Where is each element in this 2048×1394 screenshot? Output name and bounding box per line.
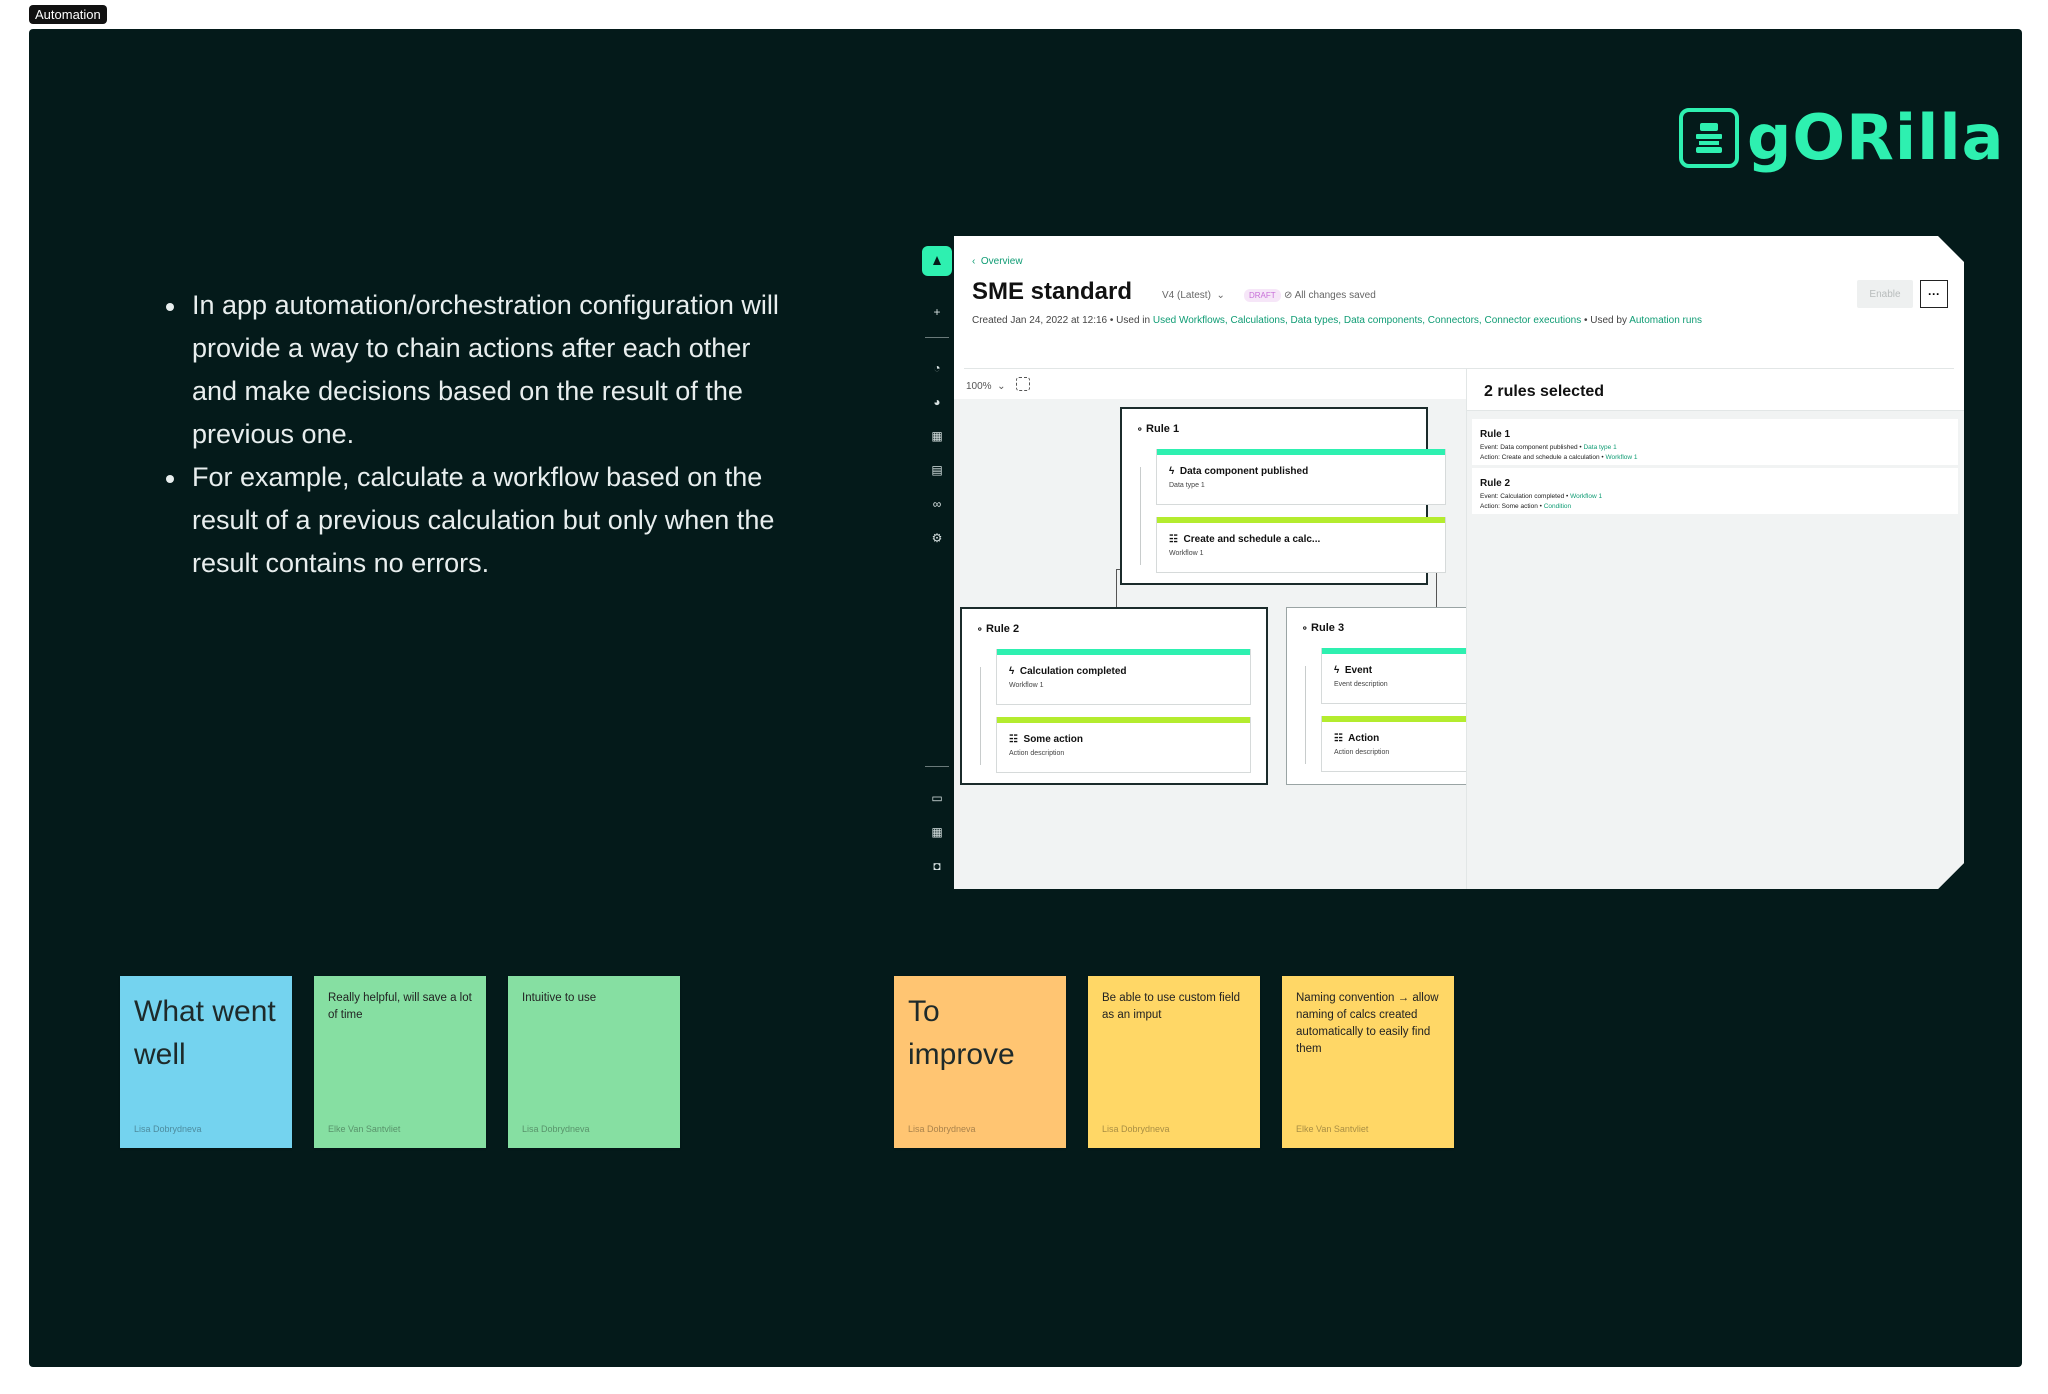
action-bar [1157,517,1445,523]
sticky-author: Lisa Dobrydneva [134,1124,202,1134]
fit-to-screen-icon[interactable] [1016,377,1030,391]
rule-spine [980,667,981,765]
version-select[interactable]: V4 (Latest) ⌄ [1162,290,1225,301]
event-title: ϟ Event [1334,665,1373,676]
rule-title: Rule 3 [1301,622,1344,634]
sticky-author: Lisa Dobrydneva [522,1124,590,1134]
sticky-author: Elke Van Santvliet [328,1124,401,1134]
rule-spine [1140,467,1141,565]
action-title: ☷ Action [1334,733,1380,744]
sticky-text: To improve [908,995,1015,1071]
rail-divider [925,337,949,338]
save-status: ⊘ All changes saved [1284,290,1376,301]
frame-label[interactable]: Automation [29,5,107,24]
app-logo-icon[interactable] [922,246,952,276]
action-sub: Action description [1009,750,1065,757]
action-title: ☷ Create and schedule a calc... [1169,534,1321,545]
document-icon[interactable]: ▤ [930,463,944,477]
event-bar [1157,449,1445,455]
automation-runs-link[interactable]: Automation runs [1629,315,1702,326]
more-options-button[interactable]: ··· [1920,280,1948,308]
connector-line [1436,569,1437,607]
action-sub: Workflow 1 [1169,550,1204,557]
selected-rule-action: Action: Some action • Condition [1480,503,1572,510]
event-title: ϟ Calculation completed [1009,666,1127,677]
action-card[interactable]: ☷ Some action Action description [996,717,1251,773]
connector-line [1116,569,1117,607]
event-sub: Event description [1334,681,1388,688]
apps-grid-icon[interactable]: ▦ [930,825,944,839]
description-bullets: In app automation/orchestration configur… [164,284,784,585]
selected-rule-event: Event: Data component published • Data t… [1480,444,1617,451]
event-title: ϟ Data component published [1169,466,1309,477]
bullet-item: In app automation/orchestration configur… [164,284,784,456]
event-sub: Workflow 1 [1009,682,1044,689]
canvas-toolbar [954,369,1466,399]
board-frame: gORilla In app automation/orchestration … [29,29,2022,1367]
side-rail: + ◔ ◕ ▦ ▤ ∞ ⚙ ▭ ▦ ◘ [922,236,954,889]
rule-node-2[interactable]: Rule 2 ϟ Calculation completed Workflow … [960,607,1268,785]
app-screenshot: + ◔ ◕ ▦ ▤ ∞ ⚙ ▭ ▦ ◘ ‹ Overview SME stand… [922,236,1964,889]
event-sub: Data type 1 [1169,482,1205,489]
sticky-note[interactable]: Naming convention → allow naming of calc… [1282,976,1454,1148]
selected-rule-item[interactable]: Rule 1 Event: Data component published •… [1472,419,1958,465]
rail-divider [925,766,949,767]
selection-side-panel: 2 rules selected Rule 1 Event: Data comp… [1466,369,1964,889]
selected-rule-name: Rule 1 [1480,429,1511,440]
sticky-note[interactable]: Really helpful, will save a lot of time … [314,976,486,1148]
rule-node-3[interactable]: Rule 3 ϟ Event Event description ☷ Actio… [1286,607,1501,785]
draft-badge: DRAFT [1244,289,1281,302]
connector-icon[interactable]: ⚙ [930,531,944,545]
event-card[interactable]: ϟ Calculation completed Workflow 1 [996,649,1251,705]
sticky-text: What went well [134,995,276,1071]
usage-meta: Created Jan 24, 2022 at 12:16 • Used in … [972,315,1703,326]
action-sub: Action description [1334,749,1390,756]
event-bar [997,649,1250,655]
rule-spine [1305,666,1306,764]
sticky-author: Elke Van Santvliet [1296,1124,1369,1134]
automation-icon[interactable]: ◕ [930,395,944,409]
sticky-note-heading-to-improve[interactable]: To improve Lisa Dobrydneva [894,976,1066,1148]
logo-wordmark: gORilla [1747,101,2005,174]
sticky-text: Naming convention → allow naming of calc… [1296,992,1439,1055]
used-in-links[interactable]: Used Workflows, Calculations, Data types… [1153,315,1581,326]
back-to-overview-link[interactable]: ‹ Overview [972,256,1023,267]
event-card[interactable]: ϟ Data component published Data type 1 [1156,449,1446,505]
action-bar [997,717,1250,723]
rule-node-1[interactable]: Rule 1 ϟ Data component published Data t… [1120,407,1446,585]
sticky-author: Lisa Dobrydneva [908,1124,976,1134]
selected-rule-item[interactable]: Rule 2 Event: Calculation completed • Wo… [1472,468,1958,514]
gorilla-logo: gORilla [1679,107,2004,169]
bullet-item: For example, calculate a workflow based … [164,456,784,585]
selected-rule-action: Action: Create and schedule a calculatio… [1480,454,1638,461]
tag-icon[interactable]: ▭ [930,791,944,805]
table-icon[interactable]: ▦ [930,429,944,443]
rules-canvas[interactable]: 100% ⌄ Rule 1 ϟ Data component published… [954,369,1501,889]
gorilla-logo-mark-icon [1679,108,1739,168]
sticky-text: Intuitive to use [522,992,597,1004]
zoom-select[interactable]: 100% ⌄ [966,381,1006,392]
sticky-note-heading-went-well[interactable]: What went well Lisa Dobrydneva [120,976,292,1148]
rule-title: Rule 2 [976,623,1019,635]
sticky-note[interactable]: Be able to use custom field as an imput … [1088,976,1260,1148]
add-icon[interactable]: + [930,305,944,319]
sticky-note[interactable]: Intuitive to use Lisa Dobrydneva [508,976,680,1148]
action-title: ☷ Some action [1009,734,1083,745]
workflow-icon[interactable]: ◔ [930,361,944,375]
side-panel-header: 2 rules selected [1467,369,1964,411]
side-panel-title: 2 rules selected [1484,383,1605,400]
action-card[interactable]: ☷ Create and schedule a calc... Workflow… [1156,517,1446,573]
sticky-author: Lisa Dobrydneva [1102,1124,1170,1134]
user-icon[interactable]: ◘ [930,859,944,873]
selected-rule-event: Event: Calculation completed • Workflow … [1480,493,1603,500]
rule-title: Rule 1 [1136,423,1179,435]
page-title: SME standard [972,278,1133,305]
link-icon[interactable]: ∞ [930,497,944,511]
selected-rule-name: Rule 2 [1480,478,1511,489]
sticky-text: Be able to use custom field as an imput [1102,992,1241,1021]
automation-editor-panel: ‹ Overview SME standard V4 (Latest) ⌄ DR… [954,236,1964,889]
sticky-text: Really helpful, will save a lot of time [328,992,472,1021]
enable-button[interactable]: Enable [1857,280,1913,308]
